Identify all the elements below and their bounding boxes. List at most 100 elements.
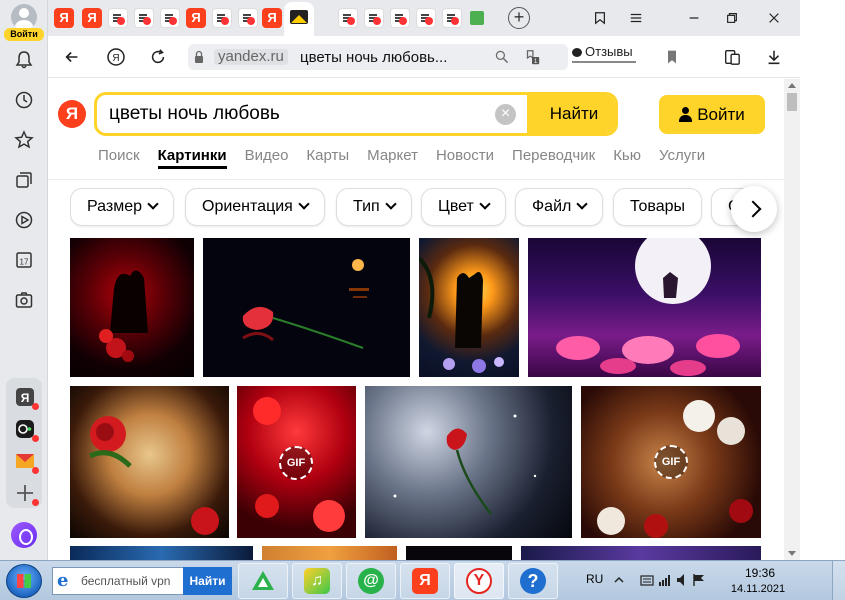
- tab-favicon-yandex-page[interactable]: [134, 8, 154, 28]
- tab-favicon-yandex-page[interactable]: [442, 8, 462, 28]
- image-result[interactable]: [70, 546, 253, 560]
- image-result[interactable]: [262, 546, 397, 560]
- search-button[interactable]: Найти: [527, 95, 615, 133]
- image-result[interactable]: [521, 546, 761, 560]
- image-result[interactable]: GIF: [581, 386, 761, 538]
- filter-chip-1[interactable]: Ориентация: [185, 188, 325, 226]
- flag-icon[interactable]: [692, 573, 706, 587]
- screenshot-camera-icon[interactable]: [12, 288, 36, 312]
- filters-next-arrow-icon[interactable]: [731, 186, 777, 232]
- nav-tab-2[interactable]: Видео: [245, 147, 289, 169]
- download-icon[interactable]: [762, 45, 786, 69]
- taskbar-search-input[interactable]: бесплатный vpn: [81, 574, 170, 588]
- clock-date[interactable]: 14.11.2021: [718, 583, 798, 595]
- yandex-home-icon[interactable]: Я: [104, 45, 128, 69]
- tab-favicon-yandex-page[interactable]: [108, 8, 128, 28]
- tray-arrow-icon[interactable]: [612, 573, 626, 587]
- nav-tab-8[interactable]: Услуги: [659, 147, 705, 169]
- bookmark-icon[interactable]: [660, 45, 684, 69]
- nav-tab-6[interactable]: Переводчик: [512, 147, 595, 169]
- messenger-app-icon[interactable]: [14, 418, 39, 442]
- reviews-button[interactable]: Отзывы: [572, 44, 633, 59]
- nav-tab-4[interactable]: Маркет: [367, 147, 418, 169]
- image-result[interactable]: [70, 386, 229, 538]
- tab-favicon-green[interactable]: [470, 11, 484, 25]
- restore-icon[interactable]: [722, 8, 742, 28]
- image-result[interactable]: [406, 546, 512, 560]
- taskbar-app-arrow[interactable]: [238, 563, 288, 599]
- mail-app-icon[interactable]: [14, 450, 39, 474]
- search-page-icon[interactable]: [490, 45, 514, 69]
- nav-tab-5[interactable]: Новости: [436, 147, 494, 169]
- tab-favicon-yandex-page[interactable]: [364, 8, 384, 28]
- collections-add-icon[interactable]: [720, 45, 744, 69]
- yandex-app-icon[interactable]: Я: [14, 386, 39, 410]
- reload-icon[interactable]: [146, 45, 170, 69]
- taskbar-app-mail[interactable]: @: [346, 563, 396, 599]
- scroll-up-arrow-icon[interactable]: [788, 83, 796, 88]
- menu-icon[interactable]: [626, 8, 646, 28]
- close-icon[interactable]: [764, 8, 784, 28]
- address-bar: Я yandex.ru цветы ночь любовь... 1 Отзыв…: [48, 36, 800, 78]
- start-button[interactable]: [6, 564, 42, 598]
- image-result[interactable]: [528, 238, 761, 377]
- taskbar-app-help[interactable]: ?: [508, 563, 558, 599]
- tab-active-images[interactable]: [284, 2, 314, 36]
- taskbar-search-button[interactable]: Найти: [183, 567, 232, 595]
- yandex-logo[interactable]: Я: [58, 100, 86, 128]
- nav-tab-7[interactable]: Кью: [613, 147, 641, 169]
- taskbar-app-yandex-browser[interactable]: Y: [454, 563, 504, 599]
- login-button[interactable]: Войти: [659, 95, 765, 134]
- minimize-icon[interactable]: [684, 8, 704, 28]
- protect-badge-icon[interactable]: 1: [520, 45, 544, 69]
- alice-assistant-icon[interactable]: [11, 522, 37, 548]
- tab-favicon-yandex-page[interactable]: [160, 8, 180, 28]
- nav-tab-3[interactable]: Карты: [306, 147, 349, 169]
- tab-favicon-yandex-page[interactable]: [416, 8, 436, 28]
- filter-chip-5[interactable]: Товары: [613, 188, 703, 226]
- nav-tab-0[interactable]: Поиск: [98, 147, 140, 169]
- tab-favicon-yandex-page[interactable]: [390, 8, 410, 28]
- page-scrollbar[interactable]: [784, 79, 800, 560]
- network-icon[interactable]: [658, 573, 672, 587]
- nav-tab-1[interactable]: Картинки: [157, 147, 227, 169]
- show-desktop-button[interactable]: [832, 561, 845, 600]
- tab-favicon-yandex-page[interactable]: [212, 8, 232, 28]
- tab-favicon-yandex[interactable]: [82, 8, 102, 28]
- clock-time[interactable]: 19:36: [730, 566, 790, 580]
- filter-chip-3[interactable]: Цвет: [421, 188, 506, 226]
- tab-favicon-yandex-page[interactable]: [238, 8, 258, 28]
- bookmarks-star-icon[interactable]: [12, 128, 36, 152]
- image-result[interactable]: [70, 238, 194, 377]
- scrollbar-thumb[interactable]: [787, 93, 797, 111]
- image-result[interactable]: [203, 238, 410, 377]
- calendar-icon[interactable]: 17: [12, 248, 36, 272]
- filter-chip-2[interactable]: Тип: [336, 188, 412, 226]
- keyboard-icon[interactable]: [640, 573, 654, 587]
- tab-manager-icon[interactable]: [590, 8, 610, 28]
- image-result[interactable]: [419, 238, 519, 377]
- history-icon[interactable]: [12, 88, 36, 112]
- tab-favicon-yandex[interactable]: [186, 8, 206, 28]
- image-result[interactable]: GIF: [237, 386, 356, 538]
- taskbar-app-yandex[interactable]: Я: [400, 563, 450, 599]
- search-input[interactable]: цветы ночь любовь: [109, 103, 280, 125]
- tab-favicon-yandex[interactable]: [54, 8, 74, 28]
- filter-chip-4[interactable]: Файл: [515, 188, 604, 226]
- bell-icon[interactable]: [12, 48, 36, 72]
- volume-icon[interactable]: [676, 573, 690, 587]
- new-tab-button[interactable]: +: [508, 7, 530, 29]
- taskbar-app-music[interactable]: ♫: [292, 563, 342, 599]
- clear-search-icon[interactable]: ×: [495, 104, 516, 125]
- tab-favicon-yandex-page[interactable]: [338, 8, 358, 28]
- tab-favicon-yandex[interactable]: [262, 8, 282, 28]
- back-arrow-icon[interactable]: [60, 45, 84, 69]
- profile-button[interactable]: Войти: [4, 4, 44, 41]
- language-indicator[interactable]: RU: [586, 572, 603, 586]
- image-result[interactable]: [365, 386, 572, 538]
- add-app-icon[interactable]: [14, 482, 39, 506]
- video-play-icon[interactable]: [12, 208, 36, 232]
- scroll-down-arrow-icon[interactable]: [788, 551, 796, 556]
- filter-chip-0[interactable]: Размер: [70, 188, 174, 226]
- collections-icon[interactable]: [12, 168, 36, 192]
